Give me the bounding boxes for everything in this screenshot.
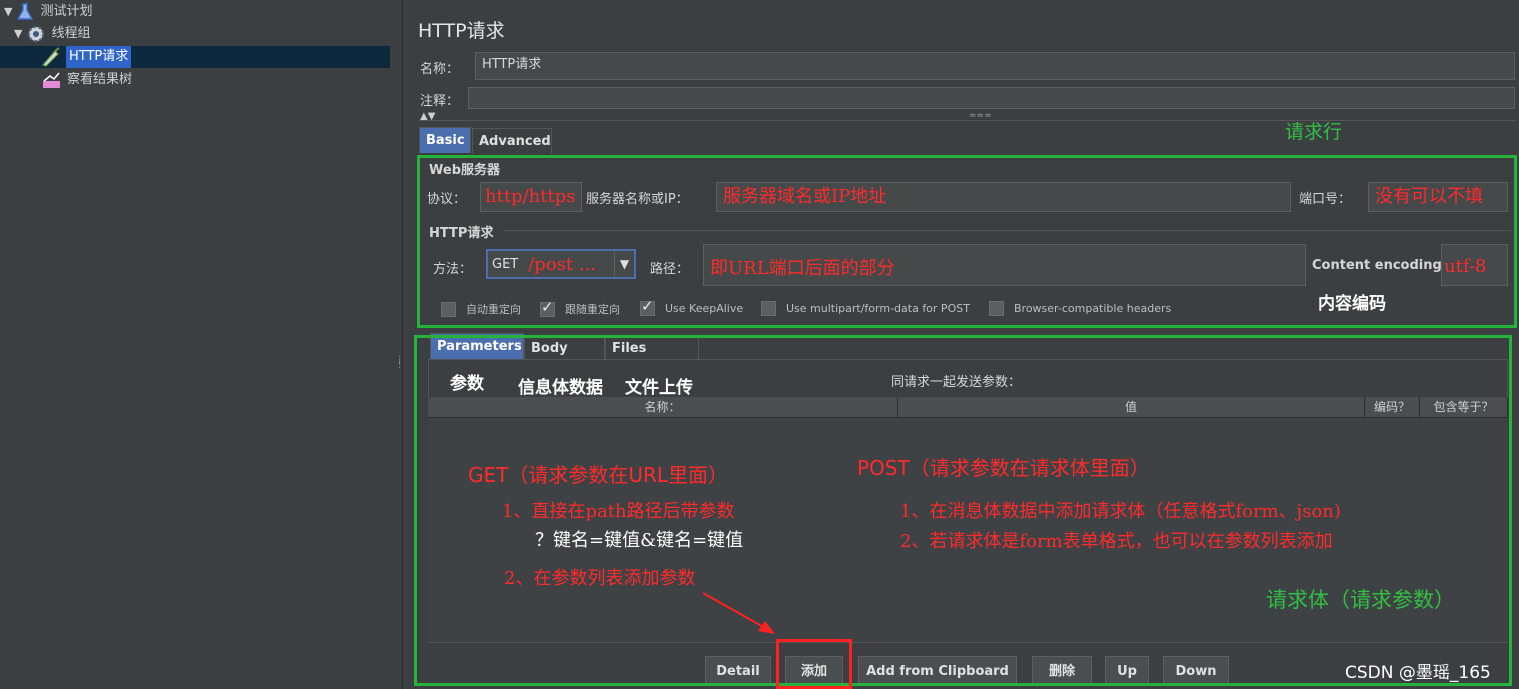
tree-item-label: 察看结果树 <box>67 72 133 87</box>
name-input[interactable]: HTTP请求 <box>475 52 1515 80</box>
tree-item-label: HTTP请求 <box>66 46 132 68</box>
add-button-highlight <box>776 639 852 689</box>
flask-icon <box>17 3 34 20</box>
annotation-get-1b: ？键名=键值&键名=键值 <box>535 530 744 551</box>
test-plan-tree: ▼ 测试计划 ▼ 线程组 HTTP请求 察看结果树 <box>0 0 391 689</box>
annotation-request-line: 请求行 <box>1285 121 1343 143</box>
chart-icon <box>43 72 60 88</box>
name-label: 名称： <box>420 62 460 77</box>
tree-splitter[interactable]: ⋮ ⋮ <box>390 0 404 689</box>
expand-arrow-icon[interactable]: ▼ <box>4 1 12 23</box>
annotation-request-body: 请求体（请求参数） <box>1266 588 1455 612</box>
tree-item-test-plan[interactable]: ▼ 测试计划 <box>4 1 92 23</box>
tree-item-http-request[interactable]: HTTP请求 <box>0 46 390 68</box>
annotation-body-tab: 信息体数据 <box>518 378 603 398</box>
page-title: HTTP请求 <box>418 20 505 42</box>
expand-arrow-icon[interactable]: ▼ <box>14 23 22 45</box>
annotation-param-tab: 参数 <box>450 374 484 394</box>
tab-advanced[interactable]: Advanced <box>472 128 552 154</box>
annotation-get-title: GET（请求参数在URL里面） <box>468 463 729 487</box>
watermark: CSDN @墨瑶_165 <box>1345 663 1491 683</box>
pipette-icon <box>41 47 60 67</box>
gear-icon <box>28 26 45 42</box>
pointer-arrow-icon <box>702 592 775 634</box>
annotation-get-1: 1、直接在path路径后带参数 <box>502 501 735 522</box>
annotation-content-encoding: 内容编码 <box>1318 294 1386 314</box>
comment-input[interactable] <box>468 87 1515 109</box>
annotation-post-2: 2、若请求体是form表单格式，也可以在参数列表添加 <box>900 531 1333 552</box>
tree-item-label: 测试计划 <box>40 4 93 19</box>
annotation-post-1: 1、在消息体数据中添加请求体（任意格式form、json) <box>900 501 1341 522</box>
annotation-get-2: 2、在参数列表添加参数 <box>504 568 696 589</box>
annotation-files-tab: 文件上传 <box>625 378 693 398</box>
divider <box>418 120 1516 121</box>
tree-item-label: 线程组 <box>51 26 91 41</box>
comment-label: 注释： <box>420 94 460 109</box>
tab-basic[interactable]: Basic <box>419 127 471 153</box>
annotation-post-title: POST（请求参数在请求体里面） <box>857 456 1150 480</box>
tree-item-thread-group[interactable]: ▼ 线程组 <box>14 23 90 45</box>
tree-item-view-results-tree[interactable]: 察看结果树 <box>42 69 132 91</box>
